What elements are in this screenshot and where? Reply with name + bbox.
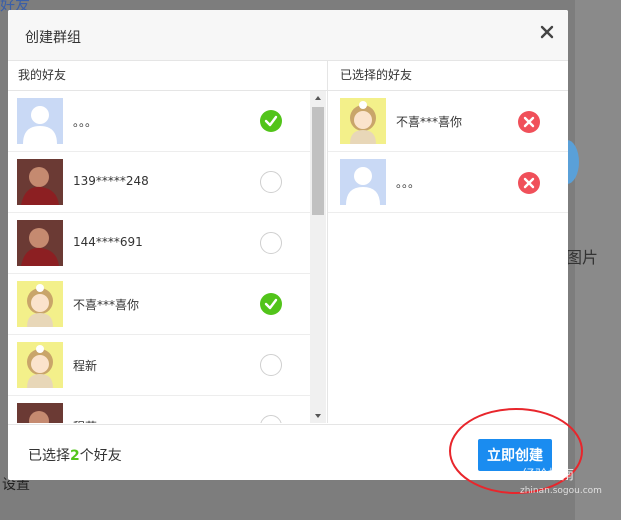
selected-friends-header: 已选择的好友	[328, 61, 568, 91]
scroll-thumb[interactable]	[312, 107, 324, 215]
friend-name: 程荣	[73, 418, 97, 423]
selected-friend-row: 不喜***喜你	[328, 91, 568, 152]
friend-name: 。。。	[73, 115, 98, 129]
dialog-footer: 已选择2个好友 立即创建	[8, 424, 568, 480]
friend-avatar	[17, 403, 63, 423]
friend-avatar	[17, 220, 63, 266]
unchecked-circle-icon[interactable]	[260, 354, 282, 376]
selected-friend-list: 不喜***喜你。。。	[328, 91, 568, 423]
my-friends-column: 我的好友 。。。 139*****248 144****691 不喜***喜你程新程荣	[8, 61, 328, 423]
close-icon[interactable]	[540, 25, 554, 39]
selected-friends-column: 已选择的好友 不喜***喜你。。。	[328, 61, 568, 423]
selected-friend-name: 不喜***喜你	[396, 115, 463, 129]
friend-name: 不喜***喜你	[73, 298, 140, 312]
friend-row[interactable]: 139*****248	[8, 152, 310, 213]
remove-icon[interactable]	[518, 111, 540, 133]
selected-friend-name: 。。。	[396, 176, 421, 190]
selected-count-text: 已选择2个好友	[28, 445, 122, 465]
dialog-header: 创建群组	[8, 10, 568, 61]
watermark-text: 经验指南	[522, 468, 575, 483]
friend-row[interactable]: 。。。	[8, 91, 310, 152]
selected-friend-avatar	[340, 98, 386, 144]
friend-name: 144****691	[73, 235, 143, 249]
friend-name: 程新	[73, 359, 98, 373]
friend-list-scrollbar[interactable]	[310, 91, 326, 423]
watermark-url: zhinan.sogou.com	[520, 486, 602, 496]
friend-row[interactable]: 不喜***喜你	[8, 274, 310, 335]
unchecked-circle-icon[interactable]	[260, 171, 282, 193]
selected-friend-row: 。。。	[328, 152, 568, 213]
selected-friend-avatar	[340, 159, 386, 205]
unchecked-circle-icon[interactable]	[260, 415, 282, 423]
friend-name: 139*****248	[73, 174, 149, 188]
friend-avatar	[17, 159, 63, 205]
scroll-up-arrow-icon[interactable]	[310, 91, 326, 105]
checked-icon[interactable]	[260, 293, 282, 315]
friend-row[interactable]: 144****691	[8, 213, 310, 274]
checked-icon[interactable]	[260, 110, 282, 132]
friend-row[interactable]: 程新	[8, 335, 310, 396]
my-friends-header: 我的好友	[8, 61, 327, 91]
friend-list: 。。。 139*****248 144****691 不喜***喜你程新程荣	[8, 91, 310, 423]
background-image-label: 图片	[566, 248, 599, 267]
friend-avatar	[17, 342, 63, 388]
friend-row[interactable]: 程荣	[8, 396, 310, 423]
friend-avatar	[17, 281, 63, 327]
create-group-dialog: 创建群组 我的好友 。。。 139*****248 144****691 不喜***喜…	[8, 10, 568, 480]
scroll-down-arrow-icon[interactable]	[310, 409, 326, 423]
friend-avatar	[17, 98, 63, 144]
selected-count-prefix: 已选择	[28, 448, 70, 464]
dialog-title: 创建群组	[25, 30, 81, 46]
selected-count-number: 2	[70, 448, 80, 464]
remove-icon[interactable]	[518, 172, 540, 194]
selected-count-suffix: 个好友	[79, 448, 122, 464]
unchecked-circle-icon[interactable]	[260, 232, 282, 254]
